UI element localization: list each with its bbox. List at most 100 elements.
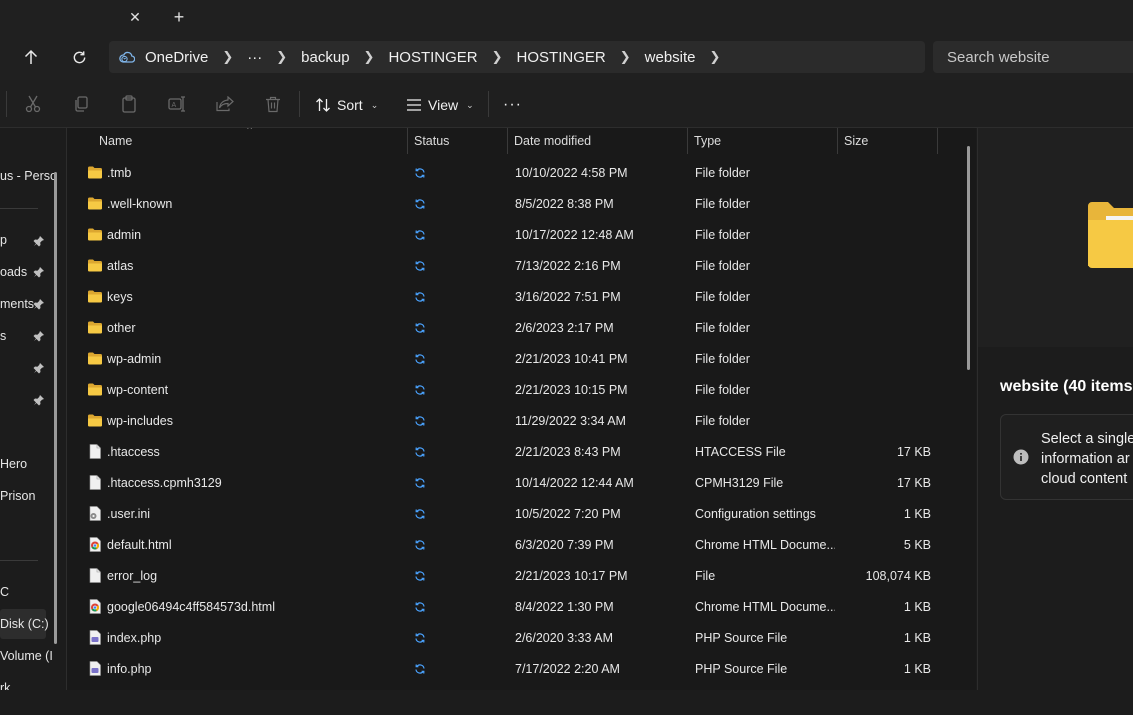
refresh-button[interactable] — [65, 44, 93, 70]
date-modified: 11/29/2022 3:34 AM — [515, 413, 626, 428]
nav-item-prison[interactable]: Prison — [0, 489, 35, 503]
new-tab-button[interactable]: + — [168, 6, 190, 28]
breadcrumb-website[interactable]: website — [645, 49, 696, 66]
details-preview-area — [978, 128, 1133, 347]
view-button[interactable]: View ⌄ — [406, 92, 474, 118]
table-row[interactable]: default.html 6/3/2020 7:39 PM Chrome HTML … — [67, 529, 967, 560]
details-info-line: cloud content — [1041, 471, 1128, 487]
table-row[interactable]: keys 3/16/2022 7:51 PM File folder — [67, 281, 967, 312]
file-type: File folder — [695, 258, 750, 273]
more-options-button[interactable]: ··· — [503, 92, 522, 118]
address-bar[interactable]: OneDrive ❯ ··· ❯ backup ❯ HOSTINGER ❯ HO… — [109, 41, 925, 73]
copy-icon[interactable] — [70, 94, 92, 114]
table-row[interactable]: info.php 7/17/2022 2:20 AM PHP Source File… — [67, 653, 967, 684]
column-header-name[interactable]: Name — [93, 128, 408, 154]
folder-icon — [87, 289, 103, 304]
breadcrumb-overflow[interactable]: ··· — [247, 49, 262, 66]
details-title: website (40 items — [1000, 378, 1133, 395]
date-modified: 10/14/2022 12:44 AM — [515, 475, 634, 490]
nav-item-desktop[interactable]: p — [0, 233, 7, 247]
file-type: File folder — [695, 196, 750, 211]
nav-item-documents[interactable]: ments — [0, 297, 34, 311]
table-row[interactable]: wp-content 2/21/2023 10:15 PM File folder — [67, 374, 967, 405]
table-row[interactable]: other 2/6/2023 2:17 PM File folder — [67, 312, 967, 343]
cut-icon[interactable] — [22, 94, 44, 114]
column-header-type[interactable]: Type — [688, 128, 838, 154]
up-button[interactable] — [17, 44, 45, 70]
table-row[interactable]: .tmb 10/10/2022 4:58 PM File folder — [67, 157, 967, 188]
date-modified: 10/5/2022 7:20 PM — [515, 506, 621, 521]
file-name: .htaccess.cpmh3129 — [107, 475, 222, 490]
nav-item-pictures[interactable]: s — [0, 329, 6, 343]
nav-item-volume[interactable]: Volume (I — [0, 649, 53, 663]
table-row[interactable]: wp-includes 11/29/2022 3:34 AM File folder — [67, 405, 967, 436]
breadcrumb-hostinger[interactable]: HOSTINGER — [388, 49, 477, 66]
breadcrumb-hostinger-2[interactable]: HOSTINGER — [517, 49, 606, 66]
view-label: View — [428, 97, 459, 113]
pin-icon — [33, 267, 44, 278]
sync-status-icon — [413, 560, 427, 591]
sort-icon — [316, 98, 330, 112]
chevron-right-icon[interactable]: ❯ — [276, 49, 287, 65]
table-row[interactable]: .user.ini 10/5/2022 7:20 PM Configuration … — [67, 498, 967, 529]
chevron-right-icon[interactable]: ❯ — [364, 49, 375, 65]
file-name: wp-includes — [107, 413, 174, 428]
search-input[interactable]: Search website — [933, 41, 1133, 73]
table-row[interactable]: index.php 2/6/2020 3:33 AM PHP Source File… — [67, 622, 967, 653]
nav-divider — [0, 208, 38, 209]
nav-item-downloads[interactable]: oads — [0, 265, 27, 279]
column-headers: ⌃ Name Status Date modified Type Size — [67, 128, 976, 155]
file-size — [841, 219, 931, 250]
column-header-size[interactable]: Size — [838, 128, 938, 154]
table-row[interactable]: .well-known 8/5/2022 8:38 PM File folder — [67, 188, 967, 219]
table-row[interactable]: atlas 7/13/2022 2:16 PM File folder — [67, 250, 967, 281]
chevron-right-icon[interactable]: ❯ — [710, 49, 721, 65]
table-row[interactable]: .htaccess 2/21/2023 8:43 PM HTACCESS File 1… — [67, 436, 967, 467]
file-name: default.html — [107, 537, 172, 552]
sync-status-icon — [413, 467, 427, 498]
nav-item-hero[interactable]: Hero — [0, 457, 27, 471]
table-row[interactable]: google06494c4ff584573d.html 8/4/2022 1:30… — [67, 591, 967, 622]
nav-item-onedrive[interactable]: us - Perso — [0, 169, 57, 183]
chevron-right-icon[interactable]: ❯ — [492, 49, 503, 65]
table-row[interactable]: .htaccess.cpmh3129 10/14/2022 12:44 AM CPM… — [67, 467, 967, 498]
table-row[interactable]: error_log 2/21/2023 10:17 PM File 108,074 K… — [67, 560, 967, 591]
close-tab-button[interactable]: ✕ — [124, 6, 146, 28]
delete-icon[interactable] — [262, 94, 284, 114]
file-name: atlas — [107, 258, 134, 273]
folder-icon — [87, 165, 103, 180]
sync-status-icon — [413, 157, 427, 188]
column-header-status[interactable]: Status — [408, 128, 508, 154]
file-type: File folder — [695, 227, 750, 242]
php-file-icon — [87, 661, 103, 676]
chevron-right-icon[interactable]: ❯ — [620, 49, 631, 65]
file-size: 5 KB — [903, 537, 931, 552]
nav-item-this-pc[interactable]: C — [0, 585, 9, 599]
nav-item-network[interactable]: rk — [0, 681, 10, 690]
details-info-line: Select a single — [1041, 431, 1133, 447]
breadcrumb-onedrive[interactable]: OneDrive — [145, 49, 208, 66]
file-list-scrollbar[interactable] — [967, 146, 970, 370]
nav-scrollbar[interactable] — [54, 172, 57, 644]
sort-button[interactable]: Sort ⌄ — [315, 92, 378, 118]
sync-status-icon — [413, 343, 427, 374]
sync-status-icon — [413, 529, 427, 560]
nav-item-local-disk-c[interactable]: Disk (C:) — [0, 617, 49, 631]
date-modified: 2/21/2023 10:41 PM — [515, 351, 628, 366]
sync-status-icon — [413, 436, 427, 467]
share-icon[interactable] — [214, 94, 236, 114]
date-modified: 2/6/2023 2:17 PM — [515, 320, 614, 335]
breadcrumb-backup[interactable]: backup — [301, 49, 349, 66]
date-modified: 10/10/2022 4:58 PM — [515, 165, 628, 180]
file-type: HTACCESS File — [695, 444, 786, 459]
chevron-right-icon[interactable]: ❯ — [222, 49, 233, 65]
table-row[interactable]: wp-admin 2/21/2023 10:41 PM File folder — [67, 343, 967, 374]
paste-icon[interactable] — [118, 94, 140, 114]
table-row[interactable]: admin 10/17/2022 12:48 AM File folder — [67, 219, 967, 250]
file-type: Chrome HTML Docume... — [695, 537, 835, 552]
folder-icon — [87, 227, 103, 242]
tab-bar: ✕ + — [0, 0, 1133, 34]
column-header-date[interactable]: Date modified — [508, 128, 688, 154]
rename-icon[interactable]: A — [166, 94, 188, 114]
file-icon — [87, 568, 103, 583]
